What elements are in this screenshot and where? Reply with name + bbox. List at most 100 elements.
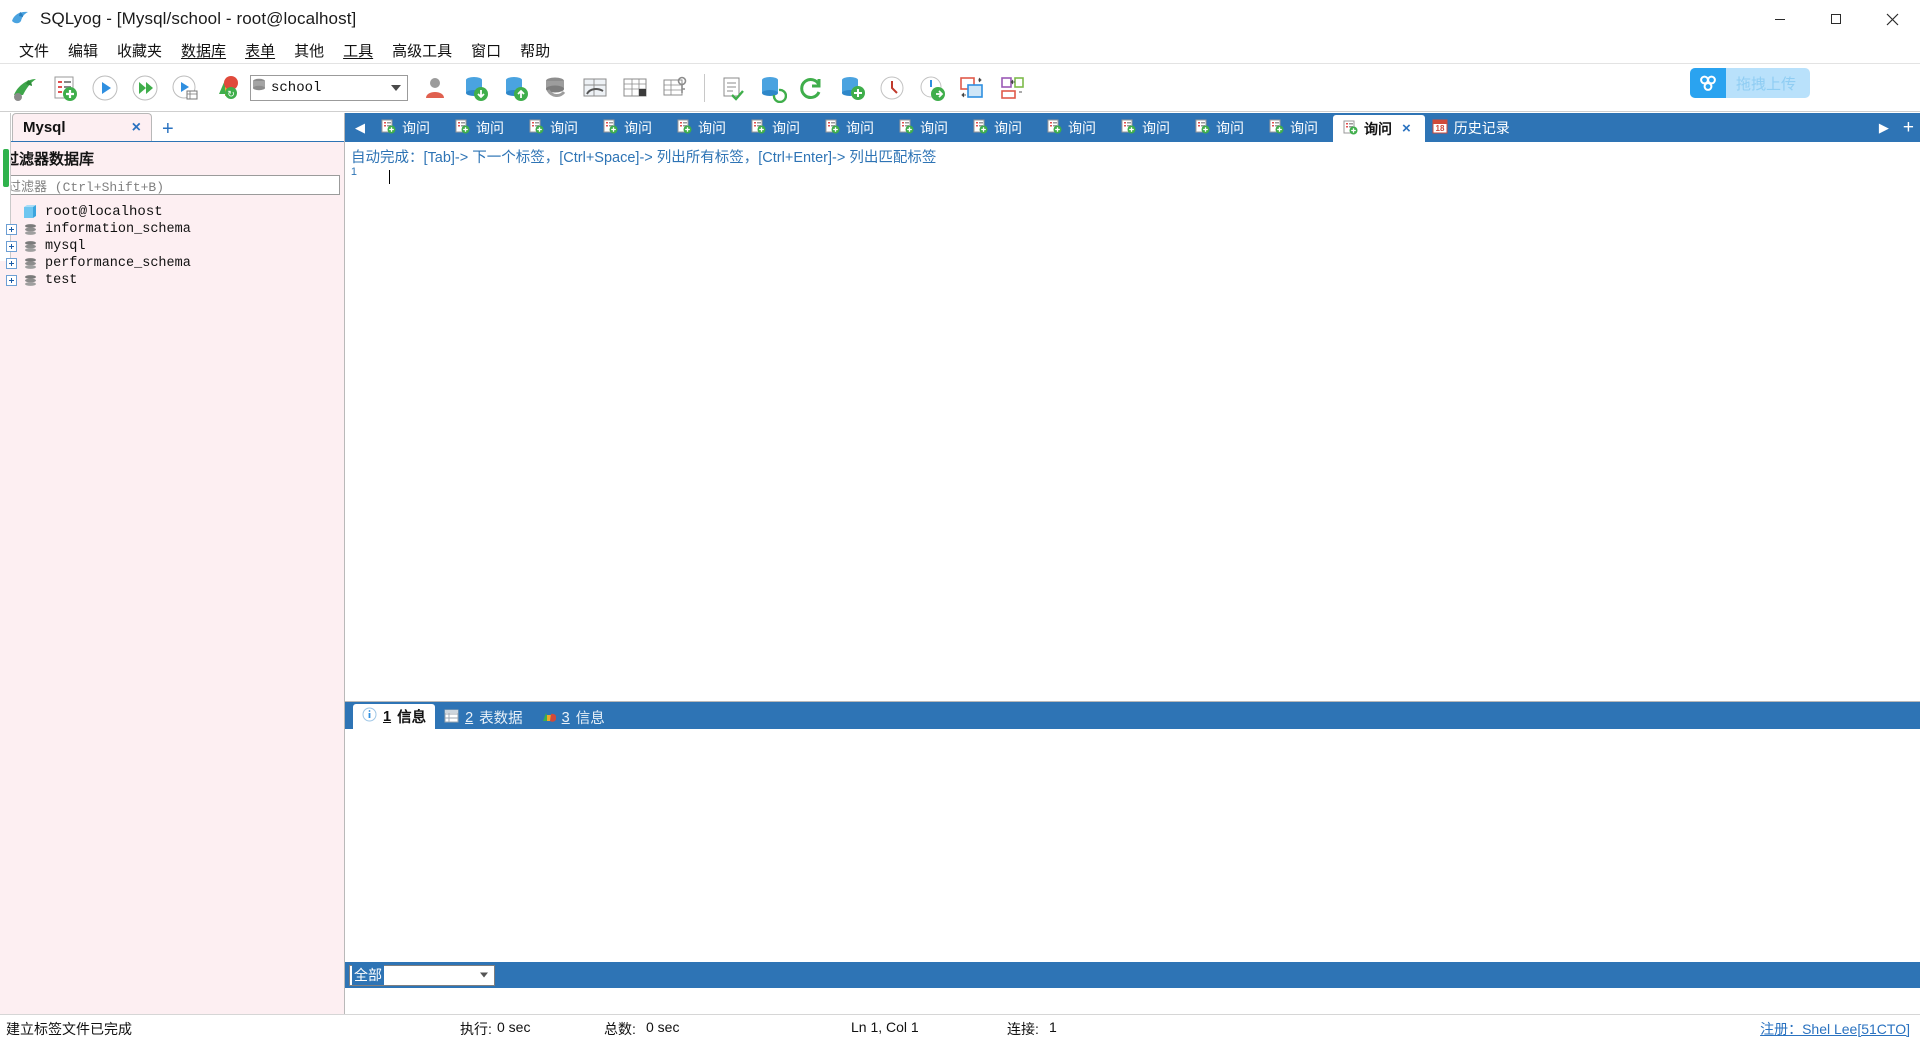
import-database-icon[interactable] [456, 68, 494, 108]
connection-tab-bar: Mysql × + [0, 113, 344, 142]
results-tab-info[interactable]: 3 信息 [532, 706, 614, 729]
execute-query-icon[interactable] [86, 68, 124, 108]
drag-upload-label: 拖拽上传 [1735, 75, 1796, 93]
query-tab-icon [1269, 119, 1284, 137]
query-tab-label: 询问 [476, 119, 504, 136]
results-filter-select[interactable]: 全部 [349, 964, 495, 986]
query-tab-icon [381, 119, 396, 137]
tree-item-mysql[interactable]: mysql [6, 238, 344, 255]
query-tab-icon [1047, 119, 1062, 137]
stop-query-icon[interactable]: ↻ [206, 68, 244, 108]
user-manager-icon[interactable] [416, 68, 454, 108]
scroll-left-icon[interactable]: ◀ [349, 120, 371, 136]
sync-database-icon[interactable] [833, 68, 871, 108]
query-tab-active[interactable]: 询问 × [1333, 115, 1425, 142]
menu-item-edit[interactable]: 编辑 [59, 39, 107, 62]
query-tab[interactable]: 询问 [519, 115, 592, 140]
expand-icon[interactable] [6, 258, 17, 269]
sql-formatter-icon[interactable] [713, 68, 751, 108]
connection-icon [23, 204, 40, 219]
menu-item-form[interactable]: 表单 [236, 39, 284, 62]
new-query-tab-icon[interactable] [46, 68, 84, 108]
window-tile-icon[interactable] [953, 68, 991, 108]
tree-item-performance-schema[interactable]: performance_schema [6, 255, 344, 272]
chevron-down-icon[interactable] [391, 84, 401, 91]
menu-item-file[interactable]: 文件 [10, 39, 58, 62]
history-tab[interactable]: 18 历史记录 [1426, 115, 1524, 140]
tree-item-test[interactable]: test [6, 272, 344, 289]
query-tab[interactable]: 询问 [445, 115, 518, 140]
close-icon[interactable]: × [128, 119, 145, 137]
backup-database-icon[interactable] [536, 68, 574, 108]
status-message: 建立标签文件已完成 [6, 1021, 132, 1037]
query-tab[interactable]: 询问 [889, 115, 962, 140]
chart-icon [541, 709, 557, 727]
title-bar: SQLyog - [Mysql/school - root@localhost] [0, 0, 1920, 38]
register-link[interactable]: 注册：Shel Lee[51CTO] [1760, 1019, 1910, 1039]
status-exec-value: 0 sec [497, 1019, 531, 1035]
minimize-icon[interactable] [1752, 0, 1808, 38]
scheduled-backup-icon[interactable] [873, 68, 911, 108]
query-tab[interactable]: 询问 [371, 115, 444, 140]
tree-item-information-schema[interactable]: information_schema [6, 221, 344, 238]
table-key-icon[interactable] [656, 68, 694, 108]
menu-item-window[interactable]: 窗口 [462, 39, 510, 62]
query-tab[interactable]: 询问 [1111, 115, 1184, 140]
results-content [345, 729, 1920, 988]
new-connection-icon[interactable] [6, 68, 44, 108]
scroll-right-icon[interactable]: ▶ [1873, 120, 1895, 136]
query-tab[interactable]: 询问 [1259, 115, 1332, 140]
drag-upload-button[interactable]: 拖拽上传 [1689, 68, 1810, 98]
text-caret [389, 170, 390, 184]
close-icon[interactable] [1864, 0, 1920, 38]
chevron-down-icon[interactable] [480, 972, 488, 978]
tree-item-root[interactable]: root@localhost [6, 202, 344, 221]
close-icon[interactable]: × [1402, 120, 1411, 137]
panel-scrollbar-thumb[interactable] [3, 149, 9, 187]
database-icon [251, 77, 267, 98]
connection-tab-mysql[interactable]: Mysql × [12, 113, 152, 141]
menu-item-tools[interactable]: 工具 [334, 39, 382, 62]
query-tab-label: 询问 [772, 119, 800, 136]
query-tab[interactable]: 询问 [667, 115, 740, 140]
menu-item-help[interactable]: 帮助 [511, 39, 559, 62]
menu-item-advanced-tools[interactable]: 高级工具 [383, 39, 461, 62]
run-job-icon[interactable] [913, 68, 951, 108]
menu-item-other[interactable]: 其他 [285, 39, 333, 62]
query-tab[interactable]: 询问 [815, 115, 888, 140]
schema-designer-icon[interactable] [576, 68, 614, 108]
table-diagnostics-icon[interactable] [616, 68, 654, 108]
expand-icon[interactable] [6, 224, 17, 235]
database-selector-value: school [271, 79, 322, 96]
menu-item-database[interactable]: 数据库 [172, 39, 235, 62]
export-database-icon[interactable] [496, 68, 534, 108]
query-tab-label: 询问 [1142, 119, 1170, 136]
tree-item-label: test [45, 273, 78, 288]
filter-title: 过滤器数据库 [4, 151, 95, 168]
window-cascade-icon[interactable] [993, 68, 1031, 108]
expand-icon[interactable] [6, 241, 17, 252]
query-tab[interactable]: 询问 [1185, 115, 1258, 140]
database-selector[interactable]: school [250, 74, 408, 101]
expand-icon[interactable] [6, 275, 17, 286]
execute-query-to-grid-icon[interactable] [166, 68, 204, 108]
results-tab-label: 信息 [575, 711, 605, 727]
refresh-database-icon[interactable] [753, 68, 791, 108]
refresh-icon[interactable] [793, 68, 831, 108]
results-tab-table-data[interactable]: 2 表数据 [435, 706, 532, 729]
query-tab[interactable]: 询问 [963, 115, 1036, 140]
status-cursor-position: Ln 1, Col 1 [851, 1019, 919, 1035]
query-tab[interactable]: 询问 [593, 115, 666, 140]
query-tab[interactable]: 询问 [741, 115, 814, 140]
add-query-tab-button[interactable]: + [1897, 117, 1920, 139]
add-connection-tab-button[interactable]: + [162, 119, 174, 139]
results-tab-messages[interactable]: 1 信息 [353, 704, 436, 729]
query-tab[interactable]: 询问 [1037, 115, 1110, 140]
maximize-icon[interactable] [1808, 0, 1864, 38]
filter-input[interactable]: 过滤器 (Ctrl+Shift+B) [4, 175, 340, 195]
sql-editor[interactable]: 自动完成：[Tab]-> 下一个标签，[Ctrl+Space]-> 列出所有标签… [345, 142, 1920, 702]
execute-all-queries-icon[interactable] [126, 68, 164, 108]
menu-item-favorites[interactable]: 收藏夹 [108, 39, 171, 62]
results-tab-bar: 1 信息 2 表数据 3 信息 [345, 702, 1920, 729]
panel-scrollbar[interactable] [0, 113, 11, 261]
